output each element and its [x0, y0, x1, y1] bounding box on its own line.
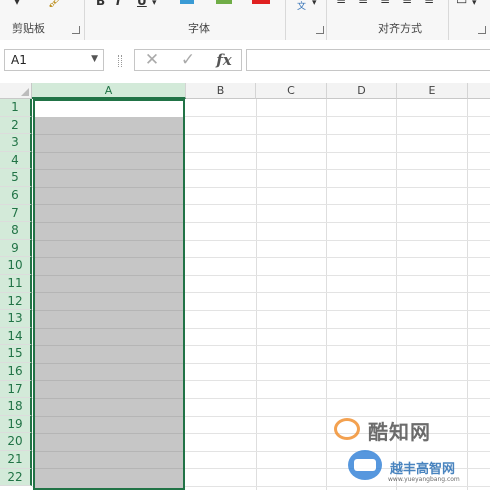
name-box-value: A1 — [11, 53, 27, 67]
cell-border — [35, 310, 183, 311]
ribbon-separator — [448, 0, 449, 40]
gridline — [256, 99, 257, 490]
insert-function-icon[interactable]: fx — [209, 50, 239, 70]
font-color-icon[interactable] — [252, 0, 270, 4]
border-icon[interactable] — [180, 0, 194, 4]
row-header[interactable]: 15 — [0, 345, 32, 363]
cell-border — [35, 134, 183, 135]
underline-button[interactable]: U — [137, 0, 147, 8]
row-header[interactable]: 16 — [0, 363, 32, 381]
merge-cells-icon[interactable]: ▭ — [456, 0, 467, 7]
formula-buttons: ✕ ✓ fx — [134, 49, 242, 71]
watermark: 酷知网 越丰高智网 www.yueyangbang.com — [330, 414, 490, 490]
fill-color-icon[interactable] — [216, 0, 232, 4]
row-header[interactable]: 13 — [0, 310, 32, 328]
column-header-e[interactable]: E — [397, 83, 468, 99]
ribbon-separator — [326, 0, 327, 40]
cell-border — [35, 204, 183, 205]
name-box[interactable]: A1 ▼ — [4, 49, 104, 71]
row-header[interactable]: 14 — [0, 327, 32, 346]
row-header[interactable]: 12 — [0, 292, 32, 311]
cell-border — [35, 398, 183, 399]
italic-button[interactable]: I — [116, 0, 120, 8]
row-header[interactable]: 8 — [0, 222, 32, 240]
watermark-title: 酷知网 — [368, 420, 431, 444]
name-box-dropdown-icon[interactable]: ▼ — [91, 54, 98, 64]
cell-border — [35, 451, 183, 452]
column-header-c[interactable]: C — [256, 83, 327, 99]
cell-border — [35, 363, 183, 364]
column-header-f[interactable] — [468, 83, 490, 99]
cell-border — [35, 152, 183, 153]
watermark-logo-icon — [348, 450, 382, 480]
clipboard-group-label: 剪贴板 — [12, 22, 45, 35]
phonetic-dropdown-icon[interactable]: ▾ — [312, 0, 317, 8]
cell-border — [35, 380, 183, 381]
row-header[interactable]: 10 — [0, 257, 32, 275]
select-all-icon — [21, 88, 29, 96]
merge-dropdown-icon[interactable]: ▾ — [472, 0, 477, 8]
orientation-icon[interactable]: ≡ — [402, 0, 412, 7]
bold-button[interactable]: B — [96, 0, 105, 8]
cell-border — [35, 416, 183, 417]
cell-border — [35, 169, 183, 170]
gridline — [326, 99, 327, 490]
wrap-text-icon[interactable]: ≡ — [424, 0, 434, 7]
underline-dropdown-icon[interactable]: ▾ — [152, 0, 157, 8]
column-header-a[interactable]: A — [32, 83, 186, 99]
ribbon: ▾ 🖌 B I U ▾ 文 ▾ ≡ ≡ ≡ ≡ ≡ ▭ ▾ 剪贴板 字体 对齐方… — [0, 0, 490, 41]
enter-icon[interactable]: ✓ — [173, 50, 203, 70]
row-header[interactable]: 2 — [0, 116, 32, 135]
cell-border — [35, 468, 183, 469]
alignment-group-label: 对齐方式 — [378, 22, 422, 35]
font-group-label: 字体 — [188, 22, 210, 35]
row-header[interactable]: 1 — [0, 99, 32, 117]
watermark-subtitle: 越丰高智网 — [390, 462, 456, 477]
watermark-logo-icon — [334, 418, 360, 440]
cell-border — [35, 345, 183, 346]
cell-border — [35, 275, 183, 276]
clipboard-launcher-icon[interactable] — [72, 26, 80, 34]
row-header[interactable]: 6 — [0, 187, 32, 205]
column-header-b[interactable]: B — [186, 83, 256, 99]
align-top-icon[interactable]: ≡ — [336, 0, 346, 7]
formula-input[interactable] — [246, 49, 490, 71]
row-header[interactable]: 9 — [0, 239, 32, 258]
row-header[interactable]: 18 — [0, 398, 32, 416]
watermark-url: www.yueyangbang.com — [388, 476, 460, 483]
cell-border — [35, 328, 183, 329]
row-header[interactable]: 17 — [0, 380, 32, 399]
row-header[interactable]: 11 — [0, 275, 32, 293]
align-bottom-icon[interactable]: ≡ — [380, 0, 390, 7]
row-header[interactable]: 19 — [0, 415, 32, 434]
cell-border — [35, 187, 183, 188]
cancel-icon[interactable]: ✕ — [137, 50, 167, 70]
cell-border — [35, 257, 183, 258]
alignment-launcher-icon[interactable] — [478, 26, 486, 34]
drag-handle-icon[interactable] — [118, 55, 122, 67]
column-header-d[interactable]: D — [327, 83, 397, 99]
phonetic-icon[interactable]: 文 — [297, 0, 306, 12]
cell-border — [35, 240, 183, 241]
cell-border — [35, 292, 183, 293]
ribbon-separator — [84, 0, 85, 40]
cell-border — [35, 222, 183, 223]
dropdown-arrow-icon[interactable]: ▾ — [14, 0, 20, 8]
row-header[interactable]: 7 — [0, 204, 32, 223]
format-painter-icon[interactable]: 🖌 — [48, 0, 63, 8]
row-header[interactable]: 3 — [0, 134, 32, 152]
select-all-button[interactable] — [0, 83, 32, 99]
cell-border — [35, 433, 183, 434]
font-launcher-icon[interactable] — [316, 26, 324, 34]
row-header[interactable]: 21 — [0, 451, 32, 469]
selected-column-a[interactable] — [33, 99, 185, 490]
row-header[interactable]: 5 — [0, 169, 32, 187]
row-header[interactable]: 20 — [0, 433, 32, 451]
ribbon-separator — [285, 0, 286, 40]
active-cell-a1[interactable] — [35, 101, 183, 117]
row-header[interactable]: 4 — [0, 151, 32, 170]
row-header[interactable]: 22 — [0, 468, 32, 487]
align-middle-icon[interactable]: ≡ — [358, 0, 368, 7]
